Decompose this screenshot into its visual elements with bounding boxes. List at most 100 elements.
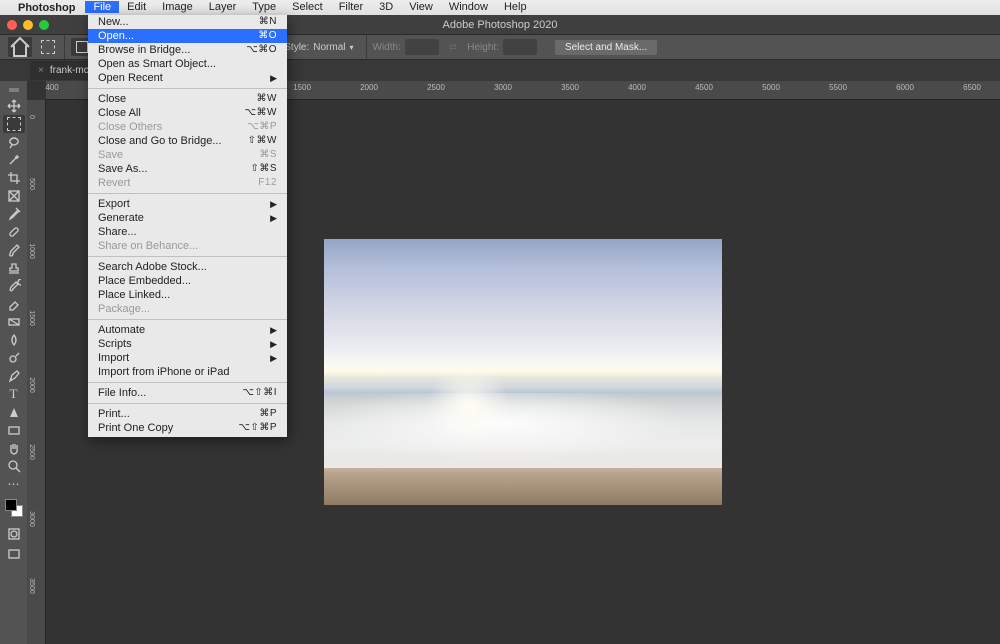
menu-item-close[interactable]: Close⌘W [88, 92, 287, 106]
menu-item-place-embedded[interactable]: Place Embedded... [88, 274, 287, 288]
menu-item-new[interactable]: New...⌘N [88, 15, 287, 29]
menu-file[interactable]: File [85, 1, 119, 13]
canvas-image[interactable] [324, 239, 722, 505]
menu-item-import[interactable]: Import▶ [88, 351, 287, 365]
eraser-tool[interactable] [3, 295, 25, 313]
swap-dimensions-icon: ⇄ [443, 42, 463, 53]
eyedropper-tool[interactable] [3, 205, 25, 223]
menu-image[interactable]: Image [154, 1, 201, 13]
menu-item-save-as[interactable]: Save As...⇧⌘S [88, 162, 287, 176]
close-tab-icon[interactable]: × [38, 65, 44, 76]
menu-window[interactable]: Window [441, 1, 496, 13]
hand-tool[interactable] [3, 439, 25, 457]
history-brush-tool[interactable] [3, 277, 25, 295]
style-select[interactable]: Normal [313, 42, 345, 53]
menu-view[interactable]: View [401, 1, 441, 13]
shape-tool[interactable] [3, 421, 25, 439]
menu-item-label: Open Recent [98, 71, 163, 85]
menu-item-print[interactable]: Print...⌘P [88, 407, 287, 421]
select-and-mask-button[interactable]: Select and Mask... [555, 40, 657, 55]
menu-item-label: Share... [98, 225, 137, 239]
color-swatches[interactable] [5, 499, 23, 517]
menu-item-open-recent[interactable]: Open Recent▶ [88, 71, 287, 85]
menu-separator [88, 319, 287, 320]
menu-item-label: Close and Go to Bridge... [98, 134, 222, 148]
menu-item-label: Place Embedded... [98, 274, 191, 288]
app-name[interactable]: Photoshop [18, 2, 75, 14]
menu-type[interactable]: Type [244, 1, 284, 13]
tools-panel: T⋯ [0, 81, 27, 644]
menu-item-generate[interactable]: Generate▶ [88, 211, 287, 225]
brush-tool[interactable] [3, 241, 25, 259]
menu-3d[interactable]: 3D [371, 1, 401, 13]
menu-item-scripts[interactable]: Scripts▶ [88, 337, 287, 351]
quick-select-tool[interactable] [3, 151, 25, 169]
pen-tool[interactable] [3, 367, 25, 385]
menu-item-label: Browse in Bridge... [98, 43, 190, 57]
menu-help[interactable]: Help [496, 1, 535, 13]
menu-item-shortcut: F12 [258, 176, 277, 190]
menu-item-file-info[interactable]: File Info...⌥⇧⌘I [88, 386, 287, 400]
menu-item-label: Close [98, 92, 126, 106]
chevron-down-icon[interactable]: ▾ [350, 43, 354, 52]
ruler-h-tick: 3000 [494, 83, 512, 92]
vertical-ruler[interactable]: 05001000150020002500300035004000 [27, 100, 46, 644]
menu-item-automate[interactable]: Automate▶ [88, 323, 287, 337]
home-button[interactable] [8, 37, 32, 57]
menu-item-revert: RevertF12 [88, 176, 287, 190]
ruler-v-tick: 0 [28, 115, 35, 119]
menu-item-shortcut: ⌘O [258, 29, 277, 43]
type-tool[interactable]: T [3, 385, 25, 403]
submenu-arrow-icon: ▶ [270, 197, 277, 211]
menu-edit[interactable]: Edit [119, 1, 154, 13]
healing-brush-tool[interactable] [3, 223, 25, 241]
quick-mask-button[interactable] [3, 525, 25, 543]
menu-item-shortcut: ⌥⇧⌘P [238, 421, 277, 435]
path-select-tool[interactable] [3, 403, 25, 421]
menu-filter[interactable]: Filter [331, 1, 371, 13]
menu-item-label: Print One Copy [98, 421, 173, 435]
move-tool[interactable] [3, 97, 25, 115]
menu-item-share[interactable]: Share... [88, 225, 287, 239]
crop-tool[interactable] [3, 169, 25, 187]
gradient-tool[interactable] [3, 313, 25, 331]
menu-item-label: Import [98, 351, 129, 365]
submenu-arrow-icon: ▶ [270, 211, 277, 225]
lasso-tool[interactable] [3, 133, 25, 151]
menu-item-shortcut: ⌥⇧⌘I [242, 386, 277, 400]
menu-item-close-and-go-to-bridge[interactable]: Close and Go to Bridge...⇧⌘W [88, 134, 287, 148]
menu-select[interactable]: Select [284, 1, 331, 13]
menu-item-place-linked[interactable]: Place Linked... [88, 288, 287, 302]
ruler-h-tick: 6500 [963, 83, 981, 92]
screen-mode-button[interactable] [3, 545, 25, 563]
menu-item-close-all[interactable]: Close All⌥⌘W [88, 106, 287, 120]
submenu-arrow-icon: ▶ [270, 323, 277, 337]
zoom-tool[interactable] [3, 457, 25, 475]
menu-item-shortcut: ⌥⌘O [246, 43, 277, 57]
foreground-color-swatch[interactable] [5, 499, 17, 511]
menu-item-label: Package... [98, 302, 150, 316]
menu-item-open-as-smart-object[interactable]: Open as Smart Object... [88, 57, 287, 71]
style-label: Style: [284, 42, 309, 53]
macos-menubar: Photoshop FileEditImageLayerTypeSelectFi… [0, 0, 1000, 15]
menu-item-browse-in-bridge[interactable]: Browse in Bridge... ⌥⌘O [88, 43, 287, 57]
menu-item-import-from-iphone-or-ipad[interactable]: Import from iPhone or iPad [88, 365, 287, 379]
width-label: Width: [373, 42, 401, 53]
blur-tool[interactable] [3, 331, 25, 349]
toolbar-grip[interactable] [3, 85, 25, 95]
clone-stamp-tool[interactable] [3, 259, 25, 277]
menu-item-print-one-copy[interactable]: Print One Copy ⌥⇧⌘P [88, 421, 287, 435]
ruler-v-tick: 500 [28, 178, 35, 190]
menu-layer[interactable]: Layer [201, 1, 245, 13]
edit-toolbar[interactable]: ⋯ [3, 475, 25, 493]
frame-tool[interactable] [3, 187, 25, 205]
dodge-tool[interactable] [3, 349, 25, 367]
width-group: Width: ⇄ Height: [366, 35, 543, 59]
menu-item-open[interactable]: Open...⌘O [88, 29, 287, 43]
menu-item-export[interactable]: Export▶ [88, 197, 287, 211]
marquee-tool[interactable] [3, 115, 25, 133]
marquee-preset-icon[interactable] [38, 38, 58, 56]
menu-item-search-adobe-stock[interactable]: Search Adobe Stock... [88, 260, 287, 274]
menu-item-save: Save⌘S [88, 148, 287, 162]
menu-item-shortcut: ⌘N [259, 15, 277, 29]
